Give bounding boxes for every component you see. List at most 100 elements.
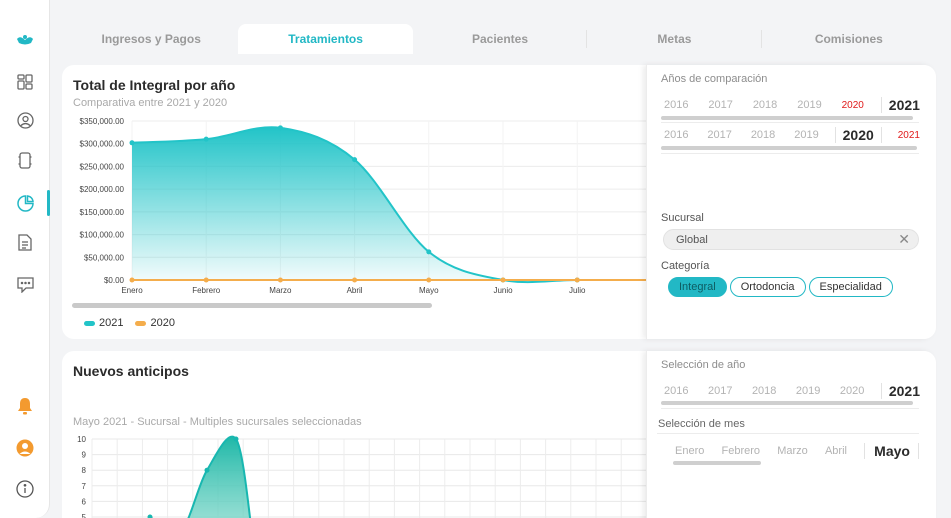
document-icon[interactable]: [15, 232, 35, 252]
comparison-year-row-1: 2016 2017 2018 2019 2020 2021: [661, 95, 923, 115]
tooth-chart-icon[interactable]: [15, 150, 35, 170]
year-option-selected[interactable]: 2020: [834, 127, 882, 143]
tab-tratamientos[interactable]: Tratamientos: [238, 24, 413, 54]
notification-bell-icon[interactable]: [15, 396, 35, 416]
info-icon[interactable]: [15, 479, 35, 499]
legend-label: 2020: [150, 317, 175, 329]
month-option[interactable]: Abril: [825, 445, 847, 457]
tab-ingresos-y-pagos[interactable]: Ingresos y Pagos: [64, 24, 238, 54]
tab-label: Metas: [657, 32, 692, 46]
data-point-2021: [426, 249, 432, 255]
user-avatar-icon[interactable]: [15, 438, 35, 458]
year-option[interactable]: 2016: [661, 129, 691, 141]
date-filter-panel: Selección de año 2016 2017 2018 2019 202…: [646, 351, 936, 518]
y-tick-label: $150,000.00: [80, 208, 125, 217]
category-chips: Integral Ortodoncia Especialidad: [668, 277, 893, 297]
year-row-1-scrollbar[interactable]: [661, 116, 913, 120]
year-option[interactable]: 2019: [794, 99, 824, 111]
x-tick-label: Enero: [121, 286, 143, 295]
data-point-2021: [203, 136, 209, 142]
divider: [661, 153, 919, 154]
integral-area-chart: $0.00 $50,000.00 $100,000.00 $150,000.00 $20…: [80, 117, 652, 295]
data-point-2020: [574, 277, 580, 283]
year-option-compared[interactable]: 2020: [839, 100, 867, 111]
card-subtitle: Comparativa entre 2021 y 2020: [73, 97, 228, 109]
comparison-year-row-2: 2016 2017 2018 2019 2020 2021: [661, 125, 923, 145]
x-tick-label: Mayo: [419, 286, 439, 295]
x-tick-label: Febrero: [192, 286, 221, 295]
year-selection-scrollbar[interactable]: [661, 401, 913, 405]
chip-especialidad[interactable]: Especialidad: [808, 277, 893, 297]
data-point: [204, 467, 210, 473]
year-option[interactable]: 2018: [748, 129, 778, 141]
data-point-2020: [352, 277, 358, 283]
chat-icon[interactable]: [15, 275, 35, 295]
divider: [661, 122, 919, 123]
y-tick-label: $300,000.00: [80, 140, 125, 149]
year-option[interactable]: 2020: [837, 385, 867, 397]
tab-pacientes[interactable]: Pacientes: [413, 24, 588, 54]
year-option[interactable]: 2017: [705, 385, 735, 397]
month-option[interactable]: Enero: [675, 445, 704, 457]
month-selection-row: Enero Febrero Marzo Abril Mayo: [675, 441, 919, 461]
y-tick-label: $350,000.00: [80, 117, 125, 126]
tab-label: Tratamientos: [288, 32, 363, 46]
y-tick-label: 5: [82, 513, 87, 518]
legend-label: 2021: [99, 317, 124, 329]
categoria-label: Categoría: [661, 260, 710, 272]
x-tick-label: Marzo: [269, 286, 292, 295]
year-option-compared[interactable]: 2021: [895, 130, 923, 141]
year-option-selected[interactable]: 2021: [880, 97, 923, 113]
month-selection-scrollbar[interactable]: [673, 461, 761, 465]
data-point-2020: [129, 277, 135, 283]
y-tick-label: 7: [82, 482, 87, 491]
nuevos-anticipos-card: Nuevos anticipos Mayo 2021 - Sucursal - …: [62, 351, 936, 518]
data-point: [147, 514, 153, 518]
y-tick-label: 6: [82, 497, 87, 506]
year-option[interactable]: 2019: [793, 385, 823, 397]
chip-ortodoncia[interactable]: Ortodoncia: [729, 277, 806, 297]
tab-metas[interactable]: Metas: [587, 24, 762, 54]
year-option[interactable]: 2016: [661, 99, 691, 111]
tab-bar: Ingresos y Pagos Tratamientos Pacientes …: [64, 24, 936, 54]
sucursal-value: Global: [676, 233, 708, 246]
data-point-2020: [500, 277, 506, 283]
pie-chart-icon[interactable]: [15, 193, 35, 213]
data-point-2020: [277, 277, 283, 283]
year-option[interactable]: 2018: [750, 99, 780, 111]
tab-comisiones[interactable]: Comisiones: [762, 24, 936, 54]
divider: [661, 408, 919, 409]
anticipos-area: [150, 436, 251, 518]
y-tick-label: 8: [82, 466, 87, 475]
year-option[interactable]: 2017: [704, 129, 734, 141]
chart-horizontal-scrollbar[interactable]: [72, 303, 432, 308]
month-option-selected[interactable]: Mayo: [864, 443, 919, 459]
year-row-2-scrollbar[interactable]: [661, 146, 917, 150]
active-nav-indicator: [47, 190, 50, 216]
card-subtitle: Mayo 2021 - Sucursal - Multiples sucursa…: [73, 416, 362, 428]
sucursal-select[interactable]: Global ✕: [663, 229, 919, 250]
user-profile-icon[interactable]: [15, 110, 35, 130]
year-option[interactable]: 2019: [791, 129, 821, 141]
legend-item-2021[interactable]: 2021: [84, 317, 123, 329]
dashboard-icon[interactable]: [15, 72, 35, 92]
card-title: Total de Integral por año: [73, 77, 236, 93]
app-logo-icon[interactable]: [15, 30, 35, 50]
month-option[interactable]: Marzo: [777, 445, 808, 457]
legend-item-2020[interactable]: 2020: [135, 317, 175, 329]
month-option[interactable]: Febrero: [722, 445, 761, 457]
card-title: Nuevos anticipos: [73, 363, 189, 379]
year-option[interactable]: 2017: [705, 99, 735, 111]
year-selection-row: 2016 2017 2018 2019 2020 2021: [661, 381, 923, 401]
data-point-2020: [203, 277, 209, 283]
year-option[interactable]: 2018: [749, 385, 779, 397]
sidebar: [0, 0, 50, 518]
tab-label: Pacientes: [471, 32, 529, 46]
integral-per-year-card: Total de Integral por año Comparativa en…: [62, 65, 936, 339]
year-option-selected[interactable]: 2021: [880, 383, 923, 399]
year-selection-label: Selección de año: [661, 359, 746, 371]
year-option[interactable]: 2016: [661, 385, 691, 397]
y-tick-label: 9: [82, 451, 87, 460]
chip-integral[interactable]: Integral: [668, 277, 727, 297]
clear-icon[interactable]: ✕: [898, 231, 910, 248]
